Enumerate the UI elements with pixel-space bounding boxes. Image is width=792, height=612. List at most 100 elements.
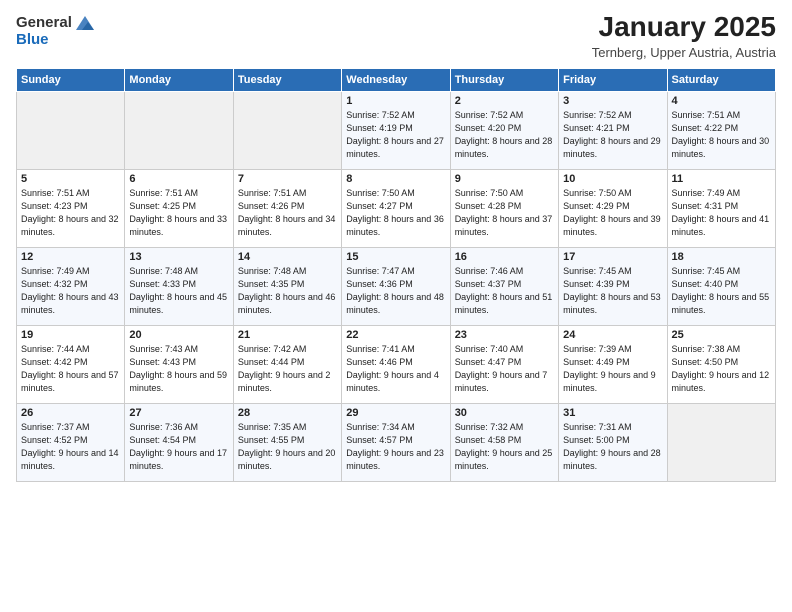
- day-cell-4-4: 30 Sunrise: 7:32 AMSunset: 4:58 PMDayligh…: [450, 403, 558, 481]
- day-info: Sunrise: 7:51 AMSunset: 4:26 PMDaylight:…: [238, 187, 337, 239]
- day-cell-3-1: 20 Sunrise: 7:43 AMSunset: 4:43 PMDayligh…: [125, 325, 233, 403]
- day-info: Sunrise: 7:52 AMSunset: 4:19 PMDaylight:…: [346, 109, 445, 161]
- day-number: 28: [238, 407, 337, 419]
- day-cell-1-1: 6 Sunrise: 7:51 AMSunset: 4:25 PMDaylight…: [125, 169, 233, 247]
- header-sunday: Sunday: [17, 68, 125, 91]
- day-cell-0-1: [125, 91, 233, 169]
- header-thursday: Thursday: [450, 68, 558, 91]
- day-info: Sunrise: 7:48 AMSunset: 4:33 PMDaylight:…: [129, 265, 228, 317]
- day-cell-4-1: 27Sunrise: 7:36 AMSunset: 4:54 PMDayligh…: [125, 403, 233, 481]
- day-cell-0-5: 3 Sunrise: 7:52 AMSunset: 4:21 PMDaylight…: [559, 91, 667, 169]
- day-info: Sunrise: 7:40 AMSunset: 4:47 PMDaylight:…: [455, 343, 554, 395]
- day-info: Sunrise: 7:50 AMSunset: 4:28 PMDaylight:…: [455, 187, 554, 239]
- day-number: 5: [21, 173, 120, 185]
- day-info: Sunrise: 7:36 AMSunset: 4:54 PMDaylight:…: [129, 421, 228, 473]
- logo-icon: [74, 12, 96, 34]
- day-number: 17: [563, 251, 662, 263]
- day-number: 11: [672, 173, 771, 185]
- day-info: Sunrise: 7:49 AMSunset: 4:31 PMDaylight:…: [672, 187, 771, 239]
- header-wednesday: Wednesday: [342, 68, 450, 91]
- week-row-1: 1 Sunrise: 7:52 AMSunset: 4:19 PMDaylight…: [17, 91, 776, 169]
- week-row-4: 19 Sunrise: 7:44 AMSunset: 4:42 PMDayligh…: [17, 325, 776, 403]
- day-cell-4-2: 28 Sunrise: 7:35 AMSunset: 4:55 PMDayligh…: [233, 403, 341, 481]
- weekday-header-row: Sunday Monday Tuesday Wednesday Thursday…: [17, 68, 776, 91]
- logo: General Blue: [16, 12, 96, 49]
- day-info: Sunrise: 7:49 AMSunset: 4:32 PMDaylight:…: [21, 265, 120, 317]
- header-monday: Monday: [125, 68, 233, 91]
- day-cell-3-3: 22 Sunrise: 7:41 AMSunset: 4:46 PMDayligh…: [342, 325, 450, 403]
- title-block: January 2025 Ternberg, Upper Austria, Au…: [592, 12, 776, 60]
- month-title: January 2025: [592, 12, 776, 43]
- day-number: 2: [455, 95, 554, 107]
- day-number: 19: [21, 329, 120, 341]
- day-info: Sunrise: 7:52 AMSunset: 4:21 PMDaylight:…: [563, 109, 662, 161]
- day-cell-3-5: 24Sunrise: 7:39 AMSunset: 4:49 PMDayligh…: [559, 325, 667, 403]
- day-number: 23: [455, 329, 554, 341]
- day-cell-2-4: 16 Sunrise: 7:46 AMSunset: 4:37 PMDayligh…: [450, 247, 558, 325]
- calendar-table: Sunday Monday Tuesday Wednesday Thursday…: [16, 68, 776, 482]
- day-number: 30: [455, 407, 554, 419]
- day-number: 22: [346, 329, 445, 341]
- day-info: Sunrise: 7:37 AMSunset: 4:52 PMDaylight:…: [21, 421, 120, 473]
- day-cell-1-0: 5 Sunrise: 7:51 AMSunset: 4:23 PMDaylight…: [17, 169, 125, 247]
- day-info: Sunrise: 7:43 AMSunset: 4:43 PMDaylight:…: [129, 343, 228, 395]
- day-number: 18: [672, 251, 771, 263]
- day-info: Sunrise: 7:51 AMSunset: 4:23 PMDaylight:…: [21, 187, 120, 239]
- day-number: 9: [455, 173, 554, 185]
- day-info: Sunrise: 7:47 AMSunset: 4:36 PMDaylight:…: [346, 265, 445, 317]
- day-cell-0-3: 1 Sunrise: 7:52 AMSunset: 4:19 PMDaylight…: [342, 91, 450, 169]
- day-number: 25: [672, 329, 771, 341]
- day-info: Sunrise: 7:34 AMSunset: 4:57 PMDaylight:…: [346, 421, 445, 473]
- day-cell-0-4: 2Sunrise: 7:52 AMSunset: 4:20 PMDaylight…: [450, 91, 558, 169]
- day-cell-3-2: 21 Sunrise: 7:42 AMSunset: 4:44 PMDayligh…: [233, 325, 341, 403]
- location-title: Ternberg, Upper Austria, Austria: [592, 45, 776, 60]
- header: General Blue January 2025 Ternberg, Uppe…: [16, 12, 776, 60]
- day-number: 16: [455, 251, 554, 263]
- day-number: 6: [129, 173, 228, 185]
- day-number: 1: [346, 95, 445, 107]
- header-saturday: Saturday: [667, 68, 775, 91]
- day-info: Sunrise: 7:42 AMSunset: 4:44 PMDaylight:…: [238, 343, 337, 395]
- day-info: Sunrise: 7:45 AMSunset: 4:40 PMDaylight:…: [672, 265, 771, 317]
- day-cell-1-2: 7 Sunrise: 7:51 AMSunset: 4:26 PMDaylight…: [233, 169, 341, 247]
- day-cell-2-2: 14Sunrise: 7:48 AMSunset: 4:35 PMDayligh…: [233, 247, 341, 325]
- day-info: Sunrise: 7:32 AMSunset: 4:58 PMDaylight:…: [455, 421, 554, 473]
- day-cell-3-4: 23 Sunrise: 7:40 AMSunset: 4:47 PMDayligh…: [450, 325, 558, 403]
- day-cell-4-3: 29 Sunrise: 7:34 AMSunset: 4:57 PMDayligh…: [342, 403, 450, 481]
- day-info: Sunrise: 7:51 AMSunset: 4:25 PMDaylight:…: [129, 187, 228, 239]
- day-cell-1-4: 9 Sunrise: 7:50 AMSunset: 4:28 PMDaylight…: [450, 169, 558, 247]
- day-number: 3: [563, 95, 662, 107]
- day-cell-0-0: [17, 91, 125, 169]
- day-number: 15: [346, 251, 445, 263]
- day-number: 29: [346, 407, 445, 419]
- day-info: Sunrise: 7:51 AMSunset: 4:22 PMDaylight:…: [672, 109, 771, 161]
- day-info: Sunrise: 7:46 AMSunset: 4:37 PMDaylight:…: [455, 265, 554, 317]
- day-number: 21: [238, 329, 337, 341]
- day-cell-0-6: 4Sunrise: 7:51 AMSunset: 4:22 PMDaylight…: [667, 91, 775, 169]
- day-info: Sunrise: 7:35 AMSunset: 4:55 PMDaylight:…: [238, 421, 337, 473]
- logo-blue: Blue: [16, 32, 49, 49]
- week-row-2: 5 Sunrise: 7:51 AMSunset: 4:23 PMDaylight…: [17, 169, 776, 247]
- day-cell-2-0: 12 Sunrise: 7:49 AMSunset: 4:32 PMDayligh…: [17, 247, 125, 325]
- day-cell-2-5: 17 Sunrise: 7:45 AMSunset: 4:39 PMDayligh…: [559, 247, 667, 325]
- header-tuesday: Tuesday: [233, 68, 341, 91]
- page: General Blue January 2025 Ternberg, Uppe…: [0, 0, 792, 612]
- day-number: 13: [129, 251, 228, 263]
- day-info: Sunrise: 7:44 AMSunset: 4:42 PMDaylight:…: [21, 343, 120, 395]
- day-info: Sunrise: 7:31 AMSunset: 5:00 PMDaylight:…: [563, 421, 662, 473]
- day-number: 8: [346, 173, 445, 185]
- day-number: 10: [563, 173, 662, 185]
- day-info: Sunrise: 7:48 AMSunset: 4:35 PMDaylight:…: [238, 265, 337, 317]
- day-info: Sunrise: 7:45 AMSunset: 4:39 PMDaylight:…: [563, 265, 662, 317]
- day-number: 7: [238, 173, 337, 185]
- day-cell-1-3: 8Sunrise: 7:50 AMSunset: 4:27 PMDaylight…: [342, 169, 450, 247]
- day-cell-2-3: 15 Sunrise: 7:47 AMSunset: 4:36 PMDayligh…: [342, 247, 450, 325]
- day-number: 12: [21, 251, 120, 263]
- logo-general: General: [16, 15, 72, 32]
- day-info: Sunrise: 7:41 AMSunset: 4:46 PMDaylight:…: [346, 343, 445, 395]
- day-info: Sunrise: 7:38 AMSunset: 4:50 PMDaylight:…: [672, 343, 771, 395]
- day-cell-4-5: 31Sunrise: 7:31 AMSunset: 5:00 PMDayligh…: [559, 403, 667, 481]
- day-number: 20: [129, 329, 228, 341]
- day-cell-0-2: [233, 91, 341, 169]
- day-info: Sunrise: 7:50 AMSunset: 4:29 PMDaylight:…: [563, 187, 662, 239]
